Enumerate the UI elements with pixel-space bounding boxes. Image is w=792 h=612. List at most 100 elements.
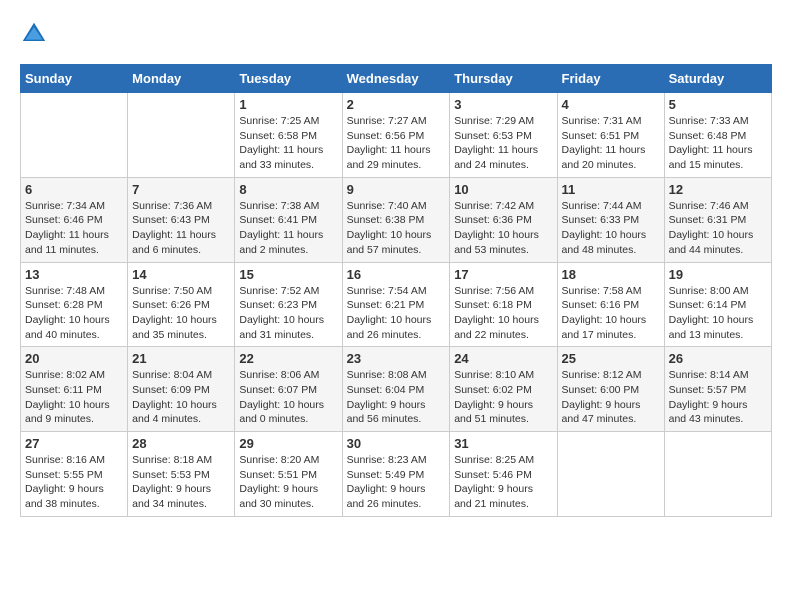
day-cell: 29 Sunrise: 8:20 AMSunset: 5:51 PMDayligh… [235, 432, 342, 517]
day-cell: 18 Sunrise: 7:58 AMSunset: 6:16 PMDayligh… [557, 262, 664, 347]
day-number: 26 [669, 351, 767, 366]
day-info: Sunrise: 7:36 AMSunset: 6:43 PMDaylight:… [132, 199, 230, 258]
day-number: 1 [239, 97, 337, 112]
day-info: Sunrise: 7:33 AMSunset: 6:48 PMDaylight:… [669, 114, 767, 173]
day-number: 3 [454, 97, 552, 112]
logo [20, 20, 52, 48]
day-number: 28 [132, 436, 230, 451]
header-thursday: Thursday [450, 65, 557, 93]
day-info: Sunrise: 8:12 AMSunset: 6:00 PMDaylight:… [562, 368, 660, 427]
day-info: Sunrise: 7:29 AMSunset: 6:53 PMDaylight:… [454, 114, 552, 173]
day-info: Sunrise: 7:44 AMSunset: 6:33 PMDaylight:… [562, 199, 660, 258]
day-cell: 1 Sunrise: 7:25 AMSunset: 6:58 PMDaylight… [235, 93, 342, 178]
day-cell: 17Sunrise: 7:56 AMSunset: 6:18 PMDayligh… [450, 262, 557, 347]
day-number: 10 [454, 182, 552, 197]
day-number: 25 [562, 351, 660, 366]
day-info: Sunrise: 8:04 AMSunset: 6:09 PMDaylight:… [132, 368, 230, 427]
day-number: 24 [454, 351, 552, 366]
day-number: 19 [669, 267, 767, 282]
day-info: Sunrise: 8:10 AMSunset: 6:02 PMDaylight:… [454, 368, 552, 427]
day-cell: 12Sunrise: 7:46 AMSunset: 6:31 PMDayligh… [664, 177, 771, 262]
day-cell: 19 Sunrise: 8:00 AMSunset: 6:14 PMDayligh… [664, 262, 771, 347]
day-info: Sunrise: 8:08 AMSunset: 6:04 PMDaylight:… [347, 368, 446, 427]
day-number: 12 [669, 182, 767, 197]
day-number: 16 [347, 267, 446, 282]
day-info: Sunrise: 8:16 AMSunset: 5:55 PMDaylight:… [25, 453, 123, 512]
day-cell: 9 Sunrise: 7:40 AMSunset: 6:38 PMDaylight… [342, 177, 450, 262]
day-number: 17 [454, 267, 552, 282]
day-cell: 14Sunrise: 7:50 AMSunset: 6:26 PMDayligh… [128, 262, 235, 347]
day-cell [21, 93, 128, 178]
day-cell: 7Sunrise: 7:36 AMSunset: 6:43 PMDaylight… [128, 177, 235, 262]
day-cell: 21 Sunrise: 8:04 AMSunset: 6:09 PMDayligh… [128, 347, 235, 432]
day-number: 4 [562, 97, 660, 112]
day-cell [128, 93, 235, 178]
day-cell: 6 Sunrise: 7:34 AMSunset: 6:46 PMDaylight… [21, 177, 128, 262]
day-cell: 8 Sunrise: 7:38 AMSunset: 6:41 PMDaylight… [235, 177, 342, 262]
logo-icon [20, 20, 48, 48]
day-number: 23 [347, 351, 446, 366]
day-info: Sunrise: 8:25 AMSunset: 5:46 PMDaylight:… [454, 453, 552, 512]
day-number: 6 [25, 182, 123, 197]
header-saturday: Saturday [664, 65, 771, 93]
day-cell: 5 Sunrise: 7:33 AMSunset: 6:48 PMDaylight… [664, 93, 771, 178]
week-row-4: 20 Sunrise: 8:02 AMSunset: 6:11 PMDayligh… [21, 347, 772, 432]
header-tuesday: Tuesday [235, 65, 342, 93]
week-row-1: 1 Sunrise: 7:25 AMSunset: 6:58 PMDaylight… [21, 93, 772, 178]
day-info: Sunrise: 7:48 AMSunset: 6:28 PMDaylight:… [25, 284, 123, 343]
day-info: Sunrise: 7:31 AMSunset: 6:51 PMDaylight:… [562, 114, 660, 173]
day-number: 18 [562, 267, 660, 282]
day-number: 21 [132, 351, 230, 366]
day-info: Sunrise: 7:25 AMSunset: 6:58 PMDaylight:… [239, 114, 337, 173]
day-number: 30 [347, 436, 446, 451]
week-row-3: 13 Sunrise: 7:48 AMSunset: 6:28 PMDayligh… [21, 262, 772, 347]
week-row-2: 6 Sunrise: 7:34 AMSunset: 6:46 PMDaylight… [21, 177, 772, 262]
day-number: 5 [669, 97, 767, 112]
day-info: Sunrise: 7:38 AMSunset: 6:41 PMDaylight:… [239, 199, 337, 258]
day-cell: 3 Sunrise: 7:29 AMSunset: 6:53 PMDaylight… [450, 93, 557, 178]
day-info: Sunrise: 7:58 AMSunset: 6:16 PMDaylight:… [562, 284, 660, 343]
header-sunday: Sunday [21, 65, 128, 93]
day-info: Sunrise: 7:40 AMSunset: 6:38 PMDaylight:… [347, 199, 446, 258]
day-cell: 30 Sunrise: 8:23 AMSunset: 5:49 PMDayligh… [342, 432, 450, 517]
day-cell: 16 Sunrise: 7:54 AMSunset: 6:21 PMDayligh… [342, 262, 450, 347]
header-wednesday: Wednesday [342, 65, 450, 93]
calendar: SundayMondayTuesdayWednesdayThursdayFrid… [20, 64, 772, 517]
day-cell: 10 Sunrise: 7:42 AMSunset: 6:36 PMDayligh… [450, 177, 557, 262]
calendar-header-row: SundayMondayTuesdayWednesdayThursdayFrid… [21, 65, 772, 93]
page-header [20, 20, 772, 48]
day-cell: 22Sunrise: 8:06 AMSunset: 6:07 PMDayligh… [235, 347, 342, 432]
day-info: Sunrise: 8:00 AMSunset: 6:14 PMDaylight:… [669, 284, 767, 343]
day-number: 2 [347, 97, 446, 112]
day-info: Sunrise: 8:06 AMSunset: 6:07 PMDaylight:… [239, 368, 337, 427]
day-number: 27 [25, 436, 123, 451]
day-cell: 28 Sunrise: 8:18 AMSunset: 5:53 PMDayligh… [128, 432, 235, 517]
day-cell [557, 432, 664, 517]
day-cell: 15 Sunrise: 7:52 AMSunset: 6:23 PMDayligh… [235, 262, 342, 347]
day-info: Sunrise: 7:34 AMSunset: 6:46 PMDaylight:… [25, 199, 123, 258]
day-number: 15 [239, 267, 337, 282]
header-monday: Monday [128, 65, 235, 93]
day-cell: 23 Sunrise: 8:08 AMSunset: 6:04 PMDayligh… [342, 347, 450, 432]
day-info: Sunrise: 8:23 AMSunset: 5:49 PMDaylight:… [347, 453, 446, 512]
day-number: 20 [25, 351, 123, 366]
day-number: 13 [25, 267, 123, 282]
day-number: 9 [347, 182, 446, 197]
day-info: Sunrise: 7:27 AMSunset: 6:56 PMDaylight:… [347, 114, 446, 173]
day-info: Sunrise: 7:52 AMSunset: 6:23 PMDaylight:… [239, 284, 337, 343]
day-info: Sunrise: 7:50 AMSunset: 6:26 PMDaylight:… [132, 284, 230, 343]
day-cell: 31 Sunrise: 8:25 AMSunset: 5:46 PMDayligh… [450, 432, 557, 517]
day-cell: 11Sunrise: 7:44 AMSunset: 6:33 PMDayligh… [557, 177, 664, 262]
day-number: 29 [239, 436, 337, 451]
day-info: Sunrise: 8:20 AMSunset: 5:51 PMDaylight:… [239, 453, 337, 512]
day-cell: 20 Sunrise: 8:02 AMSunset: 6:11 PMDayligh… [21, 347, 128, 432]
day-cell [664, 432, 771, 517]
day-info: Sunrise: 7:54 AMSunset: 6:21 PMDaylight:… [347, 284, 446, 343]
day-info: Sunrise: 8:18 AMSunset: 5:53 PMDaylight:… [132, 453, 230, 512]
day-info: Sunrise: 8:02 AMSunset: 6:11 PMDaylight:… [25, 368, 123, 427]
day-number: 8 [239, 182, 337, 197]
day-cell: 2 Sunrise: 7:27 AMSunset: 6:56 PMDaylight… [342, 93, 450, 178]
week-row-5: 27 Sunrise: 8:16 AMSunset: 5:55 PMDayligh… [21, 432, 772, 517]
day-number: 31 [454, 436, 552, 451]
day-info: Sunrise: 7:42 AMSunset: 6:36 PMDaylight:… [454, 199, 552, 258]
